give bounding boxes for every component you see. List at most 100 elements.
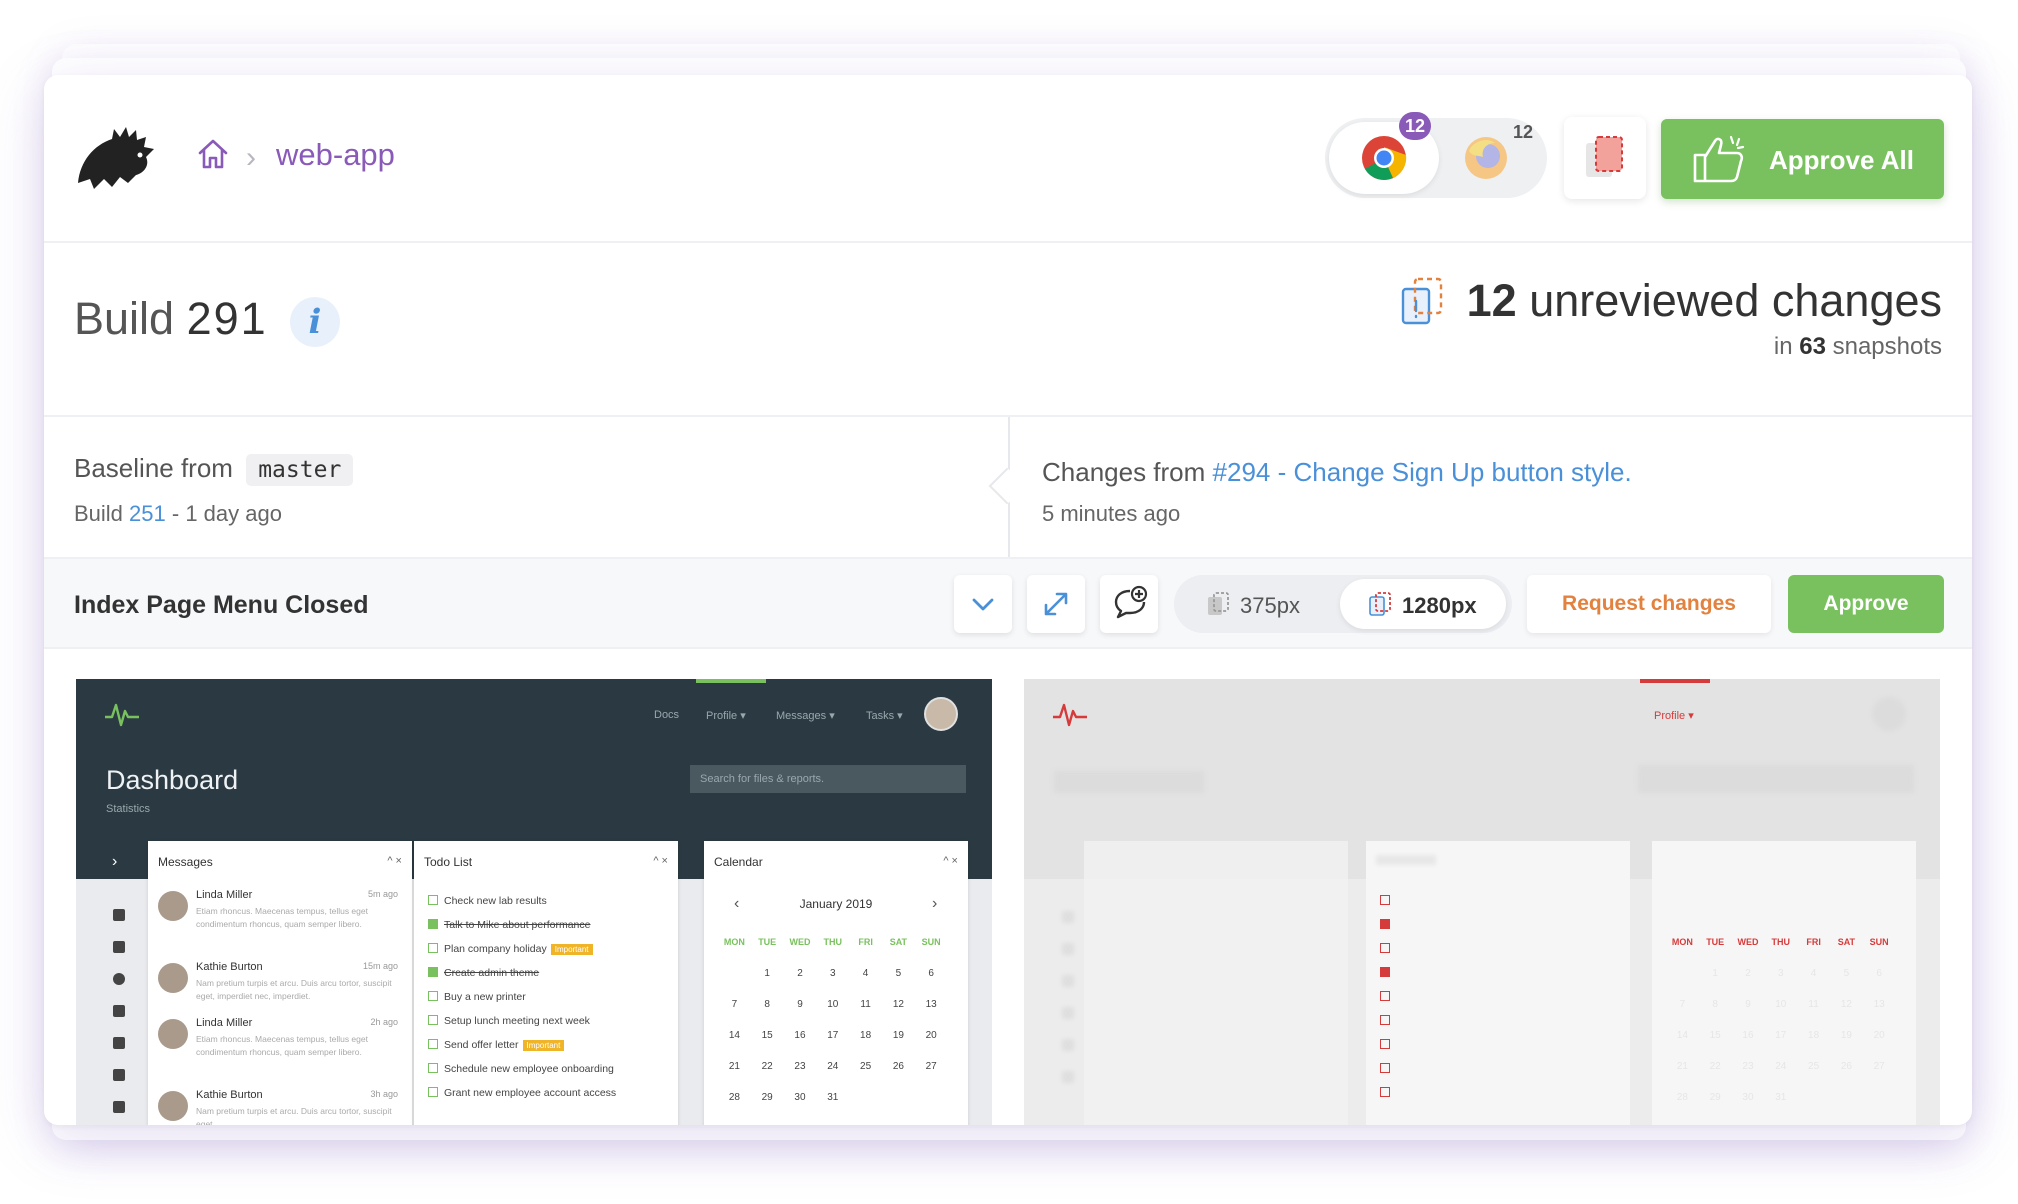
snapshots-label: snapshots bbox=[1832, 333, 1942, 360]
calendar-day: 13 bbox=[1873, 999, 1885, 1010]
calendar-day bbox=[1666, 968, 1699, 999]
calendar-week: 1 2 3 4 5 6 bbox=[1666, 968, 1896, 999]
calendar-day: 8 bbox=[764, 999, 770, 1010]
calendar-day: 22 bbox=[761, 1061, 773, 1072]
diff-todo-widget bbox=[1366, 841, 1630, 1125]
baseline-build-line: Build 251 - 1 day ago bbox=[74, 501, 282, 527]
collapse-button[interactable] bbox=[954, 575, 1012, 633]
diff-calendar-widget: MON TUE WED THU FRI SAT SUN 1 2 3 4 5 6 7 8 9 10 11 12 13 14… bbox=[1652, 841, 1916, 1125]
pulse-logo-icon bbox=[105, 703, 139, 727]
unreviewed-count: 12 bbox=[1466, 275, 1517, 326]
calendar-day: 6 bbox=[1876, 968, 1882, 979]
browser-switcher: 12 12 bbox=[1325, 112, 1547, 198]
calendar-day bbox=[1863, 1092, 1896, 1123]
build-label: Build bbox=[74, 293, 175, 344]
calendar-day: 23 bbox=[794, 1061, 806, 1072]
checkbox-icon bbox=[428, 943, 438, 953]
diff-checkbox-checked-icon bbox=[1380, 919, 1390, 929]
calendar-day: 19 bbox=[1840, 1030, 1852, 1041]
message-sender: Kathie Burton bbox=[196, 961, 263, 973]
home-icon[interactable] bbox=[196, 137, 230, 171]
calendar-day: 27 bbox=[925, 1061, 937, 1072]
calendar-day: 30 bbox=[794, 1092, 806, 1103]
diff-calendar-grid: MON TUE WED THU FRI SAT SUN 1 2 3 4 5 6 7 8 9 10 11 12 13 14… bbox=[1666, 937, 1896, 1123]
breadcrumb-project[interactable]: web-app bbox=[276, 137, 395, 173]
approve-all-button[interactable]: Approve All bbox=[1661, 119, 1944, 199]
calendar-day-header: MON bbox=[1671, 937, 1693, 947]
calendar-day: 27 bbox=[1873, 1061, 1885, 1072]
preview-dashboard-subtitle: Statistics bbox=[106, 803, 151, 815]
calendar-day: 15 bbox=[1709, 1030, 1721, 1041]
changes-age: 5 minutes ago bbox=[1042, 501, 1181, 526]
calendar-day: 10 bbox=[827, 999, 839, 1010]
preview-nav-profile: Profile ▾ bbox=[706, 710, 746, 722]
preview-nav-docs: Docs bbox=[654, 709, 680, 721]
todo-item: Setup lunch meeting next week bbox=[428, 1015, 590, 1027]
calendar-day-header: TUE bbox=[1706, 937, 1725, 947]
calendar-week: 28 29 30 31 bbox=[1666, 1092, 1896, 1123]
hedgehog-logo-icon bbox=[78, 127, 154, 189]
todo-item: Buy a new printer bbox=[428, 991, 526, 1003]
calendar-day: 4 bbox=[1810, 968, 1817, 979]
checkbox-icon bbox=[428, 991, 438, 1001]
approve-button[interactable]: Approve bbox=[1788, 575, 1944, 633]
width-1280-option[interactable]: 1280px bbox=[1402, 593, 1477, 619]
message-item: Linda Miller 2h ago Etiam rhoncus. Maece… bbox=[158, 1017, 398, 1073]
calendar-day: 17 bbox=[827, 1030, 839, 1041]
calendar-day: 25 bbox=[860, 1061, 872, 1072]
firefox-icon[interactable] bbox=[1463, 135, 1509, 181]
calendar-day bbox=[1830, 1092, 1863, 1123]
unreviewed-summary: 12 unreviewed changes bbox=[1467, 275, 1942, 327]
preview-db-icon bbox=[113, 1005, 125, 1017]
diff-checkbox-icon bbox=[1380, 943, 1390, 953]
comparison-row: Baseline from master Build 251 - 1 day a… bbox=[44, 415, 1972, 557]
preview-avatar bbox=[924, 697, 958, 731]
avatar bbox=[158, 963, 188, 993]
calendar-day: 9 bbox=[1745, 999, 1751, 1010]
checkbox-icon bbox=[428, 1039, 438, 1049]
calendar-day: 15 bbox=[761, 1030, 773, 1041]
preview-file-icon bbox=[113, 1101, 125, 1113]
calendar-day: 7 bbox=[1679, 999, 1686, 1010]
calendar-next-icon: › bbox=[932, 895, 938, 912]
diff-checkbox-icon bbox=[1380, 1087, 1390, 1097]
calendar-day: 8 bbox=[1712, 999, 1718, 1010]
request-changes-button[interactable]: Request changes bbox=[1527, 575, 1771, 633]
message-item: Kathie Burton 15m ago Nam pretium turpis… bbox=[158, 961, 398, 1017]
toggle-diff-button[interactable] bbox=[1564, 117, 1646, 199]
diff-checkbox-icon bbox=[1380, 991, 1390, 1001]
message-text: Nam pretium turpis et arcu. Duis arcu to… bbox=[196, 1106, 392, 1125]
chevron-down-icon bbox=[972, 598, 994, 611]
calendar-day-headers: MON TUE WED THU FRI SAT SUN bbox=[718, 937, 948, 968]
todo-item: Check new lab results bbox=[428, 895, 547, 907]
baseline-snapshot-preview[interactable]: Docs Profile ▾ Messages ▾ Tasks ▾ Dashbo… bbox=[76, 679, 992, 1125]
calendar-day: 1 bbox=[1712, 968, 1718, 979]
diff-snapshot-preview[interactable]: Profile ▾ MON TUE WED THU FRI SAT SUN 1 2 3 4 5 6 7 8 9… bbox=[1024, 679, 1940, 1125]
calendar-week: 1 2 3 4 5 6 bbox=[718, 968, 948, 999]
build-review-card: › web-app 12 12 Approve All Build 291 i … bbox=[44, 75, 1972, 1125]
important-tag: Important bbox=[550, 944, 593, 955]
calendar-day: 14 bbox=[1676, 1030, 1688, 1041]
important-tag: Important bbox=[522, 1040, 565, 1051]
snapshot-title: Index Page Menu Closed bbox=[74, 591, 369, 619]
firefox-count: 12 bbox=[1513, 122, 1534, 142]
calendar-day-header: TUE bbox=[758, 937, 777, 947]
width-375-option[interactable]: 375px bbox=[1240, 593, 1300, 619]
avatar bbox=[158, 1019, 188, 1049]
calendar-day: 16 bbox=[794, 1030, 806, 1041]
width-switcher: 375px 1280px bbox=[1174, 575, 1512, 633]
pull-request-link[interactable]: #294 - Change Sign Up button style. bbox=[1213, 457, 1632, 487]
calendar-week: 28 29 30 31 bbox=[718, 1092, 948, 1123]
comment-button[interactable] bbox=[1100, 575, 1158, 633]
baseline-build-label: Build bbox=[74, 501, 123, 526]
diff-pulse-logo-icon bbox=[1053, 703, 1087, 727]
calendar-week: 7 8 9 10 11 12 13 bbox=[1666, 999, 1896, 1030]
baseline-build-link[interactable]: 251 bbox=[129, 501, 166, 526]
preview-sidebar-toggle-icon: › bbox=[112, 853, 118, 870]
fullscreen-button[interactable] bbox=[1027, 575, 1085, 633]
calendar-day-header: SAT bbox=[889, 937, 908, 947]
calendar-week: 7 8 9 10 11 12 13 bbox=[718, 999, 948, 1030]
message-time: 3h ago bbox=[370, 1089, 398, 1099]
info-icon[interactable]: i bbox=[290, 297, 340, 347]
unreviewed-label: unreviewed changes bbox=[1529, 275, 1942, 326]
